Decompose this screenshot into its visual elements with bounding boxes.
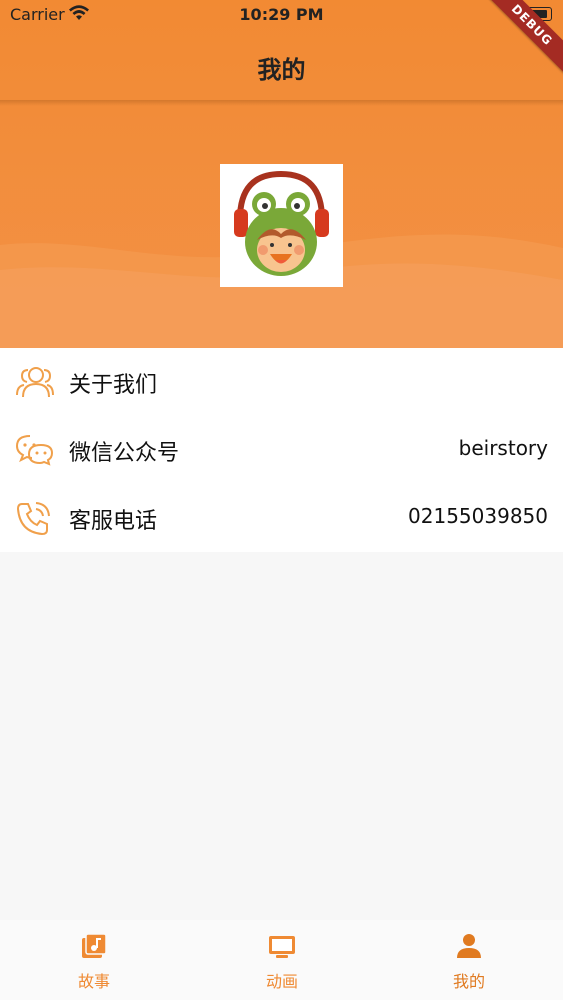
- wechat-icon: [15, 435, 54, 466]
- tab-mine[interactable]: 我的: [375, 920, 563, 1000]
- person-icon: [457, 934, 481, 958]
- list-item-label: 客服电话: [69, 509, 158, 534]
- clock: 10:29 PM: [239, 5, 324, 24]
- settings-list: 关于我们 微信公众号 beirstory 客服电话 02155039850: [0, 348, 563, 552]
- frog-headphones-logo: [234, 170, 329, 276]
- bottom-tab-bar: 故事 动画 我的: [0, 920, 563, 1000]
- tab-label: 故事: [77, 972, 110, 991]
- people-icon: [16, 367, 54, 398]
- tv-icon: [269, 936, 295, 958]
- avatar[interactable]: [220, 164, 343, 287]
- nav-bar-shadow: [0, 100, 563, 106]
- tab-label: 我的: [452, 972, 485, 991]
- list-item-label: 关于我们: [69, 373, 158, 398]
- list-item-wechat[interactable]: 微信公众号 beirstory: [0, 416, 563, 484]
- wechat-account-value: beirstory: [458, 436, 548, 460]
- list-item-customer-service[interactable]: 客服电话 02155039850: [0, 484, 563, 552]
- status-bar: Carrier 10:29 PM: [0, 0, 563, 30]
- list-item-label: 微信公众号: [69, 441, 180, 466]
- tab-stories[interactable]: 故事: [0, 920, 188, 1000]
- list-item-about-us[interactable]: 关于我们: [0, 348, 563, 416]
- phone-number-value: 02155039850: [408, 504, 548, 528]
- phone-icon: [16, 502, 50, 536]
- tab-label: 动画: [265, 972, 298, 991]
- tab-animation[interactable]: 动画: [188, 920, 376, 1000]
- music-library-icon: [82, 933, 107, 958]
- page-title: 我的: [257, 56, 306, 84]
